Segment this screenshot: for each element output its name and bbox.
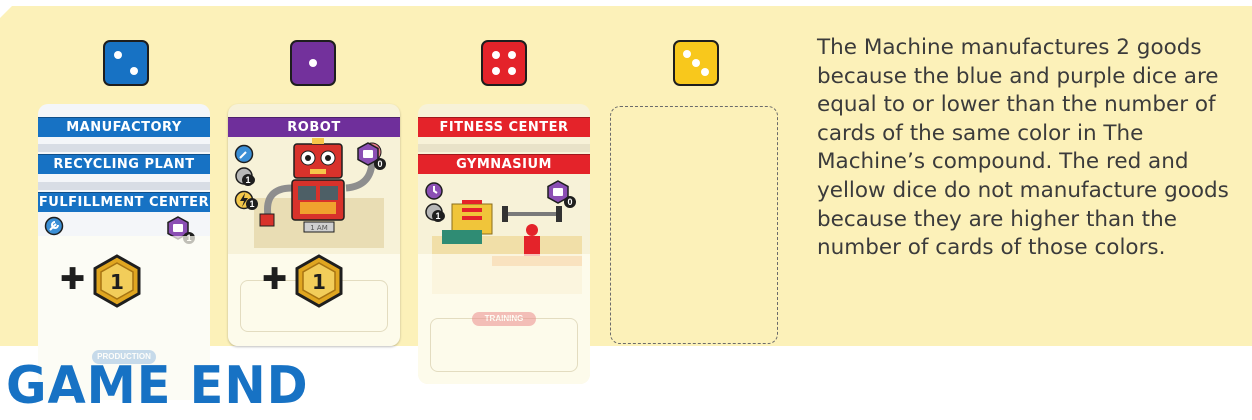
- card-title-gymnasium: GYMNASIUM: [418, 154, 590, 174]
- die-pip: [114, 51, 122, 59]
- goods-reward-purple: ✚ 1: [262, 254, 372, 308]
- die-pip: [130, 67, 138, 75]
- card-divider: [38, 144, 210, 152]
- card-title-fitness-center: FITNESS CENTER: [418, 117, 590, 137]
- card-divider: [38, 182, 210, 190]
- card-title-robot: ROBOT: [228, 117, 400, 137]
- blue-die: [103, 40, 149, 86]
- die-pip: [309, 59, 317, 67]
- example-description: The Machine manufactures 2 goods because…: [817, 35, 1229, 261]
- svg-text:1: 1: [312, 270, 326, 294]
- purple-die: [290, 40, 336, 86]
- wrench-icon: [234, 144, 254, 164]
- card-title-manufactory: MANUFACTORY: [38, 117, 210, 137]
- plus-icon: ✚: [262, 262, 288, 297]
- yellow-die: [673, 40, 719, 86]
- die-pip: [701, 68, 709, 76]
- count-badge: 1: [246, 198, 258, 210]
- robot-dial-label: 1 AM: [310, 224, 328, 232]
- goods-reward-blue: ✚ 1: [60, 254, 170, 308]
- plus-icon: ✚: [60, 262, 86, 297]
- card-title-fulfillment-center: FULFILLMENT CENTER: [38, 192, 210, 212]
- count-badge: 1: [432, 210, 444, 222]
- svg-text:1: 1: [110, 270, 124, 294]
- card-title-recycling-plant: RECYCLING PLANT: [38, 154, 210, 174]
- goods-coin-icon: 1: [93, 254, 141, 308]
- training-label: TRAINING: [472, 312, 536, 326]
- section-heading: GAME END: [6, 356, 309, 416]
- count-badge: 1: [242, 174, 254, 186]
- goods-coin-icon: 1: [295, 254, 343, 308]
- die-pip: [683, 50, 691, 58]
- robot-card: ROBOT 1 AM 1 1 0: [228, 104, 400, 346]
- die-pip: [508, 51, 516, 59]
- wrench-icon: [44, 216, 64, 236]
- card-divider: [418, 144, 590, 152]
- stopwatch-icon: [425, 182, 443, 200]
- count-badge: 0: [564, 196, 576, 208]
- die-pip: [492, 51, 500, 59]
- red-card-stack: FITNESS CENTER GYMNASIUM 1 0 TRAINING: [418, 104, 590, 384]
- die-pip: [492, 67, 500, 75]
- red-die: [481, 40, 527, 86]
- card-ability-box: [430, 318, 578, 372]
- die-pip: [692, 59, 700, 67]
- empty-card-slot: [610, 106, 778, 344]
- die-pip: [508, 67, 516, 75]
- count-badge: 0: [374, 158, 386, 170]
